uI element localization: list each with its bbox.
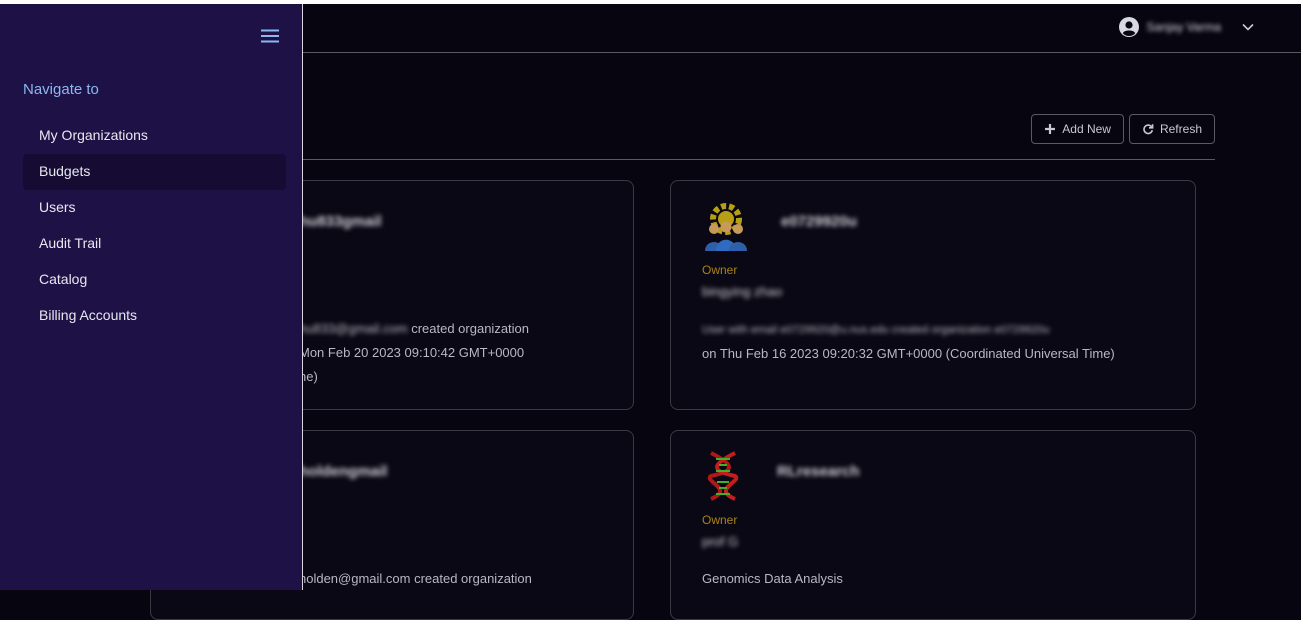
org-description-line2: Mon Feb 20 2023 09:10:42 GMT+0000: [299, 345, 525, 360]
sidebar-item-users[interactable]: Users: [23, 190, 286, 226]
chevron-down-icon[interactable]: [1241, 20, 1255, 34]
org-name: e0729920u: [781, 213, 857, 230]
org-description: Genomics Data Analysis: [702, 567, 843, 591]
refresh-label: Refresh: [1159, 122, 1202, 136]
org-description: hu833@gmail.com created organization Mon…: [299, 317, 529, 389]
org-description-line2: on Thu Feb 16 2023 09:20:32 GMT+0000 (Co…: [702, 346, 1115, 361]
org-name: RLresearch: [777, 463, 860, 480]
refresh-button[interactable]: Refresh: [1128, 114, 1215, 144]
plus-icon: [1045, 124, 1056, 134]
owner-name: prof G: [702, 534, 739, 549]
org-name: hu833gmail: [299, 213, 382, 230]
user-menu[interactable]: Sanjay Varma: [1118, 17, 1255, 37]
org-description: User with email e0729920@u.nus.edu creat…: [702, 317, 1115, 366]
org-card[interactable]: RLresearch Owner prof G Genomics Data An…: [670, 430, 1196, 620]
sidebar-item-billing-accounts[interactable]: Billing Accounts: [23, 298, 286, 334]
org-card[interactable]: e0729920u Owner bingying zhao User with …: [670, 180, 1196, 410]
org-description: holden@gmail.com created organization: [299, 567, 532, 591]
dna-icon: [707, 451, 739, 501]
org-description-line1: holden@gmail.com created organization: [299, 571, 532, 586]
owner-label: Owner: [702, 513, 738, 527]
team-gear-icon: [705, 203, 747, 251]
org-description-line1: User with email e0729920@u.nus.edu creat…: [702, 324, 1050, 336]
refresh-icon: [1143, 124, 1154, 135]
add-new-button[interactable]: Add New: [1031, 114, 1124, 144]
hamburger-menu-icon[interactable]: [260, 29, 280, 43]
sidebar-item-audit-trail[interactable]: Audit Trail: [23, 226, 286, 262]
user-avatar-icon: [1118, 17, 1139, 37]
sidebar-item-budgets[interactable]: Budgets: [23, 154, 286, 190]
sidebar-item-catalog[interactable]: Catalog: [23, 262, 286, 298]
nav-title: Navigate to: [23, 81, 99, 98]
sidebar: Navigate to My Organizations Budgets Use…: [0, 4, 303, 590]
org-name: holdengmail: [299, 463, 388, 480]
org-description-email: hu833@gmail.com: [299, 321, 408, 336]
org-description-line1: created organization: [407, 321, 530, 336]
toolbar: Add New Refresh: [1031, 114, 1215, 144]
nav-list: My Organizations Budgets Users Audit Tra…: [23, 118, 286, 334]
divider: [300, 159, 1215, 160]
user-name: Sanjay Varma: [1146, 20, 1221, 34]
owner-label: Owner: [702, 263, 738, 277]
sidebar-item-my-organizations[interactable]: My Organizations: [23, 118, 286, 154]
owner-name: bingying zhao: [702, 284, 783, 299]
org-description-line1: Genomics Data Analysis: [702, 571, 843, 586]
add-new-label: Add New: [1062, 122, 1111, 136]
